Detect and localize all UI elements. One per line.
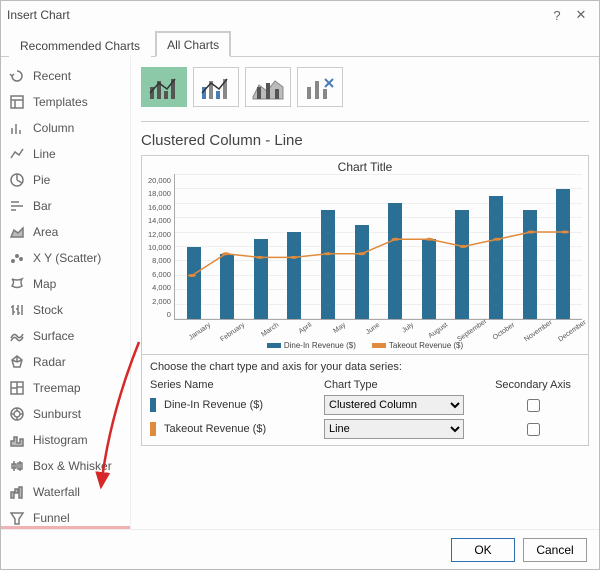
cancel-button[interactable]: Cancel <box>523 538 587 562</box>
line-icon <box>9 146 25 162</box>
sidebar-item-map[interactable]: Map <box>1 271 130 297</box>
sidebar-item-area[interactable]: Area <box>1 219 130 245</box>
sidebar-item-scatter[interactable]: X Y (Scatter) <box>1 245 130 271</box>
secondary-axis-check-1[interactable] <box>527 423 540 436</box>
col-series-name: Series Name <box>150 379 320 391</box>
surface-icon <box>9 328 25 344</box>
sidebar-item-recent[interactable]: Recent <box>1 63 130 89</box>
sidebar-item-box-whisker[interactable]: Box & Whisker <box>1 453 130 479</box>
tab-all-charts[interactable]: All Charts <box>155 31 231 57</box>
sidebar-item-surface[interactable]: Surface <box>1 323 130 349</box>
sidebar-item-bar[interactable]: Bar <box>1 193 130 219</box>
subtype-stacked-area-column[interactable] <box>245 67 291 107</box>
histogram-icon <box>9 432 25 448</box>
waterfall-icon <box>9 484 25 500</box>
chart-type-list: Recent Templates Column Line Pie Bar Are… <box>1 57 131 529</box>
subtype-clustered-column-line[interactable] <box>141 67 187 107</box>
help-button[interactable]: ? <box>545 8 569 23</box>
window-title: Insert Chart <box>7 8 545 22</box>
chart-type-select-1[interactable]: Line <box>324 419 464 439</box>
recent-icon <box>9 68 25 84</box>
titlebar: Insert Chart ? ✕ <box>1 1 599 29</box>
subtype-title: Clustered Column - Line <box>141 132 589 149</box>
sidebar-item-radar[interactable]: Radar <box>1 349 130 375</box>
templates-icon <box>9 94 25 110</box>
sidebar-item-stock[interactable]: Stock <box>1 297 130 323</box>
main-panel: Clustered Column - Line Chart Title 20,0… <box>131 57 599 529</box>
sidebar-item-templates[interactable]: Templates <box>1 89 130 115</box>
col-secondary-axis: Secondary Axis <box>488 379 578 391</box>
ok-button[interactable]: OK <box>451 538 515 562</box>
sidebar-item-line[interactable]: Line <box>1 141 130 167</box>
stock-icon <box>9 302 25 318</box>
series-config-panel: Choose the chart type and axis for your … <box>141 355 589 446</box>
series-row-0: Dine-In Revenue ($) Clustered Column <box>150 395 580 415</box>
box-whisker-icon <box>9 458 25 474</box>
sidebar-item-funnel[interactable]: Funnel <box>1 505 130 529</box>
chart-title: Chart Title <box>148 160 582 174</box>
radar-icon <box>9 354 25 370</box>
col-chart-type: Chart Type <box>324 379 484 391</box>
x-axis: JanuaryFebruaryMarchAprilMayJuneJulyAugu… <box>176 320 582 329</box>
sidebar-item-column[interactable]: Column <box>1 115 130 141</box>
sidebar-item-pie[interactable]: Pie <box>1 167 130 193</box>
sidebar-item-sunburst[interactable]: Sunburst <box>1 401 130 427</box>
sidebar-item-waterfall[interactable]: Waterfall <box>1 479 130 505</box>
treemap-icon <box>9 380 25 396</box>
sidebar-item-histogram[interactable]: Histogram <box>1 427 130 453</box>
config-instruction: Choose the chart type and axis for your … <box>150 361 580 373</box>
series-swatch <box>150 422 156 436</box>
area-icon <box>9 224 25 240</box>
subtype-thumbnails <box>141 67 589 107</box>
sunburst-icon <box>9 406 25 422</box>
subtype-clustered-column-line-secondary[interactable] <box>193 67 239 107</box>
series-swatch <box>150 398 156 412</box>
funnel-icon <box>9 510 25 526</box>
chart-type-select-0[interactable]: Clustered Column <box>324 395 464 415</box>
y-axis: 20,00018,00016,00014,00012,00010,0008,00… <box>148 174 174 320</box>
secondary-axis-check-0[interactable] <box>527 399 540 412</box>
chart-preview[interactable]: Chart Title 20,00018,00016,00014,00012,0… <box>141 155 589 355</box>
plot-area <box>174 174 582 320</box>
insert-chart-dialog: Insert Chart ? ✕ Recommended Charts All … <box>0 0 600 570</box>
series-row-1: Takeout Revenue ($) Line <box>150 419 580 439</box>
sidebar-item-treemap[interactable]: Treemap <box>1 375 130 401</box>
tabs: Recommended Charts All Charts <box>1 29 599 57</box>
column-icon <box>9 120 25 136</box>
map-icon <box>9 276 25 292</box>
bar-icon <box>9 198 25 214</box>
tab-recommended-charts[interactable]: Recommended Charts <box>9 33 151 57</box>
subtype-custom-combo[interactable] <box>297 67 343 107</box>
pie-icon <box>9 172 25 188</box>
chart-legend: Dine-In Revenue ($) Takeout Revenue ($) <box>148 341 582 350</box>
scatter-icon <box>9 250 25 266</box>
close-button[interactable]: ✕ <box>569 7 593 23</box>
content: Recent Templates Column Line Pie Bar Are… <box>1 57 599 529</box>
dialog-buttons: OK Cancel <box>1 529 599 569</box>
